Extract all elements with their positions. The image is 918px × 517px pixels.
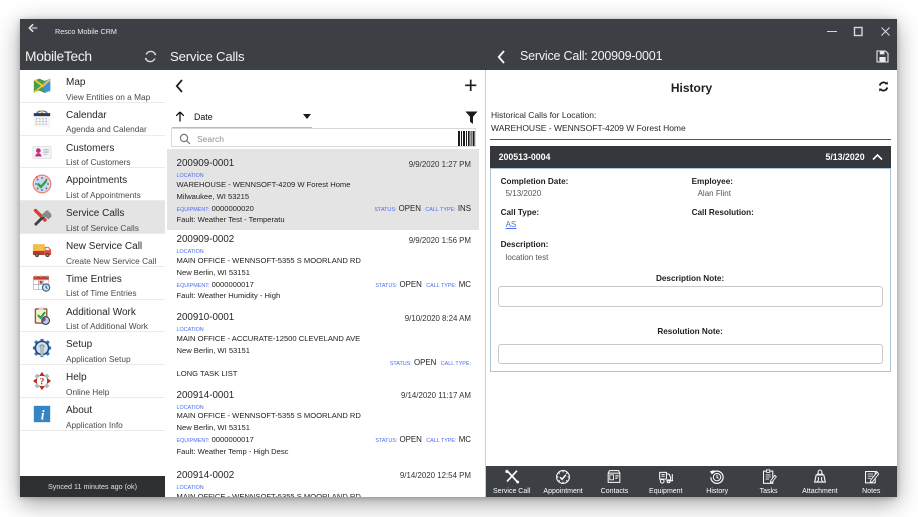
svg-text:?: ? — [40, 376, 45, 387]
svg-text:i: i — [41, 407, 45, 422]
